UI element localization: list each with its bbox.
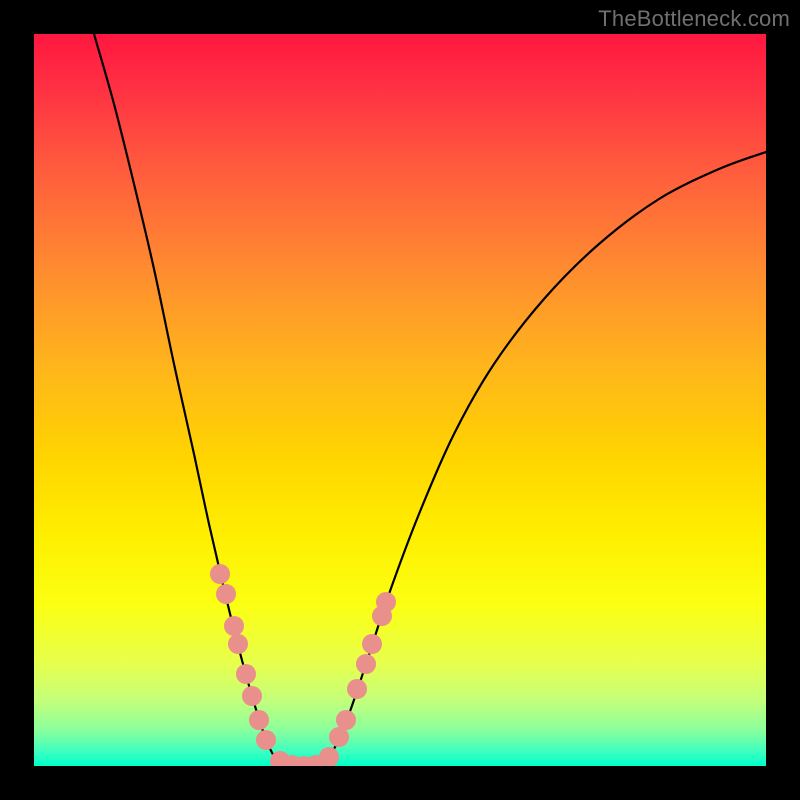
marker-dot xyxy=(376,592,396,612)
chart-svg xyxy=(34,34,766,766)
bottleneck-curve xyxy=(94,34,766,766)
marker-dot xyxy=(319,747,339,766)
marker-dot xyxy=(347,679,367,699)
marker-dot xyxy=(210,564,230,584)
marker-dot xyxy=(249,710,269,730)
marker-dot xyxy=(216,584,236,604)
curve-group xyxy=(94,34,766,766)
marker-dot xyxy=(228,634,248,654)
markers-group xyxy=(210,564,396,766)
chart-frame: TheBottleneck.com xyxy=(0,0,800,800)
marker-dot xyxy=(242,686,262,706)
marker-dot xyxy=(256,730,276,750)
marker-dot xyxy=(224,616,244,636)
marker-dot xyxy=(362,634,382,654)
marker-dot xyxy=(336,710,356,730)
marker-dot xyxy=(236,664,256,684)
watermark-text: TheBottleneck.com xyxy=(598,6,790,32)
plot-area xyxy=(34,34,766,766)
marker-dot xyxy=(356,654,376,674)
